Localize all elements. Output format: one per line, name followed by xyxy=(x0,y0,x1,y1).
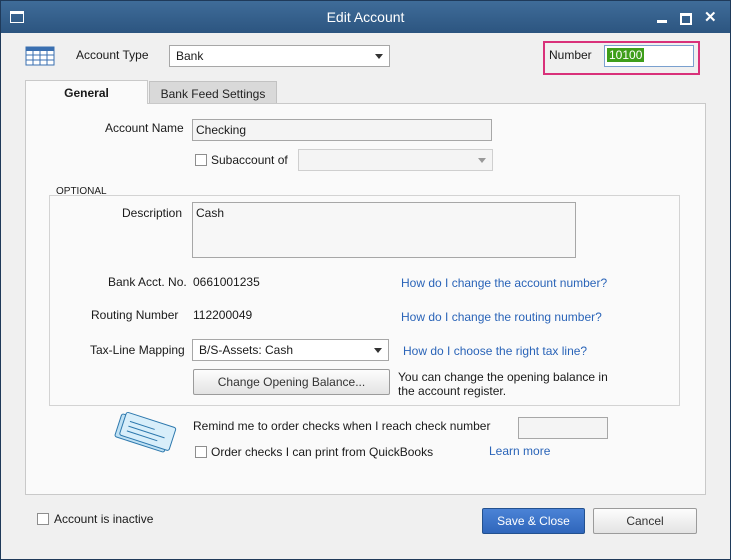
subaccount-label: Subaccount of xyxy=(211,153,288,167)
account-type-value: Bank xyxy=(176,49,204,63)
close-icon[interactable]: ✕ xyxy=(704,10,717,26)
learn-more-link[interactable]: Learn more xyxy=(489,444,550,458)
change-opening-balance-button[interactable]: Change Opening Balance... xyxy=(193,369,390,395)
account-inactive-checkbox[interactable] xyxy=(37,513,49,525)
account-name-label: Account Name xyxy=(105,121,184,135)
check-number-input[interactable] xyxy=(518,417,608,439)
opening-balance-note-line-2: the account register. xyxy=(398,384,507,398)
number-label: Number xyxy=(549,48,592,62)
check-icon xyxy=(114,411,177,453)
tax-line-value: B/S-Assets: Cash xyxy=(199,343,294,357)
number-input[interactable]: 10100 xyxy=(604,45,694,67)
chevron-down-icon xyxy=(375,54,383,59)
bank-acct-value: 0661001235 xyxy=(193,275,260,289)
edit-account-window: Edit Account ✕ Account Type Bank Number … xyxy=(0,0,731,560)
tax-line-label: Tax-Line Mapping xyxy=(90,343,185,357)
opening-balance-note-line-1: You can change the opening balance in xyxy=(398,370,608,384)
chevron-down-icon xyxy=(374,348,382,353)
title-bar: Edit Account ✕ xyxy=(1,1,730,33)
order-checks-label: Order checks I can print from QuickBooks xyxy=(211,445,434,459)
routing-number-value: 112200049 xyxy=(193,308,253,322)
window-title: Edit Account xyxy=(326,9,405,25)
account-register-icon xyxy=(25,46,55,66)
account-name-input[interactable]: Checking xyxy=(192,119,492,141)
chevron-down-icon xyxy=(478,158,486,163)
remind-checks-label: Remind me to order checks when I reach c… xyxy=(193,419,491,433)
save-close-button[interactable]: Save & Close xyxy=(482,508,585,534)
description-label: Description xyxy=(122,206,183,220)
change-account-number-link[interactable]: How do I change the account number? xyxy=(401,276,607,290)
description-input[interactable]: Cash xyxy=(192,202,576,258)
choose-tax-line-link[interactable]: How do I choose the right tax line? xyxy=(403,344,587,358)
subaccount-checkbox[interactable] xyxy=(195,154,207,166)
maximize-icon[interactable] xyxy=(680,13,692,25)
cancel-button[interactable]: Cancel xyxy=(593,508,697,534)
tax-line-select[interactable]: B/S-Assets: Cash xyxy=(192,339,389,361)
number-value: 10100 xyxy=(607,48,645,62)
account-type-label: Account Type xyxy=(76,48,149,62)
change-routing-number-link[interactable]: How do I change the routing number? xyxy=(401,310,602,324)
account-type-select[interactable]: Bank xyxy=(169,45,390,67)
routing-number-label: Routing Number xyxy=(91,308,179,322)
account-inactive-label: Account is inactive xyxy=(54,512,154,526)
order-checks-checkbox[interactable] xyxy=(195,446,207,458)
bank-acct-label: Bank Acct. No. xyxy=(108,275,187,289)
subaccount-select[interactable] xyxy=(298,149,493,171)
tab-general[interactable]: General xyxy=(25,80,148,104)
tab-bank-feed-settings[interactable]: Bank Feed Settings xyxy=(149,81,277,105)
